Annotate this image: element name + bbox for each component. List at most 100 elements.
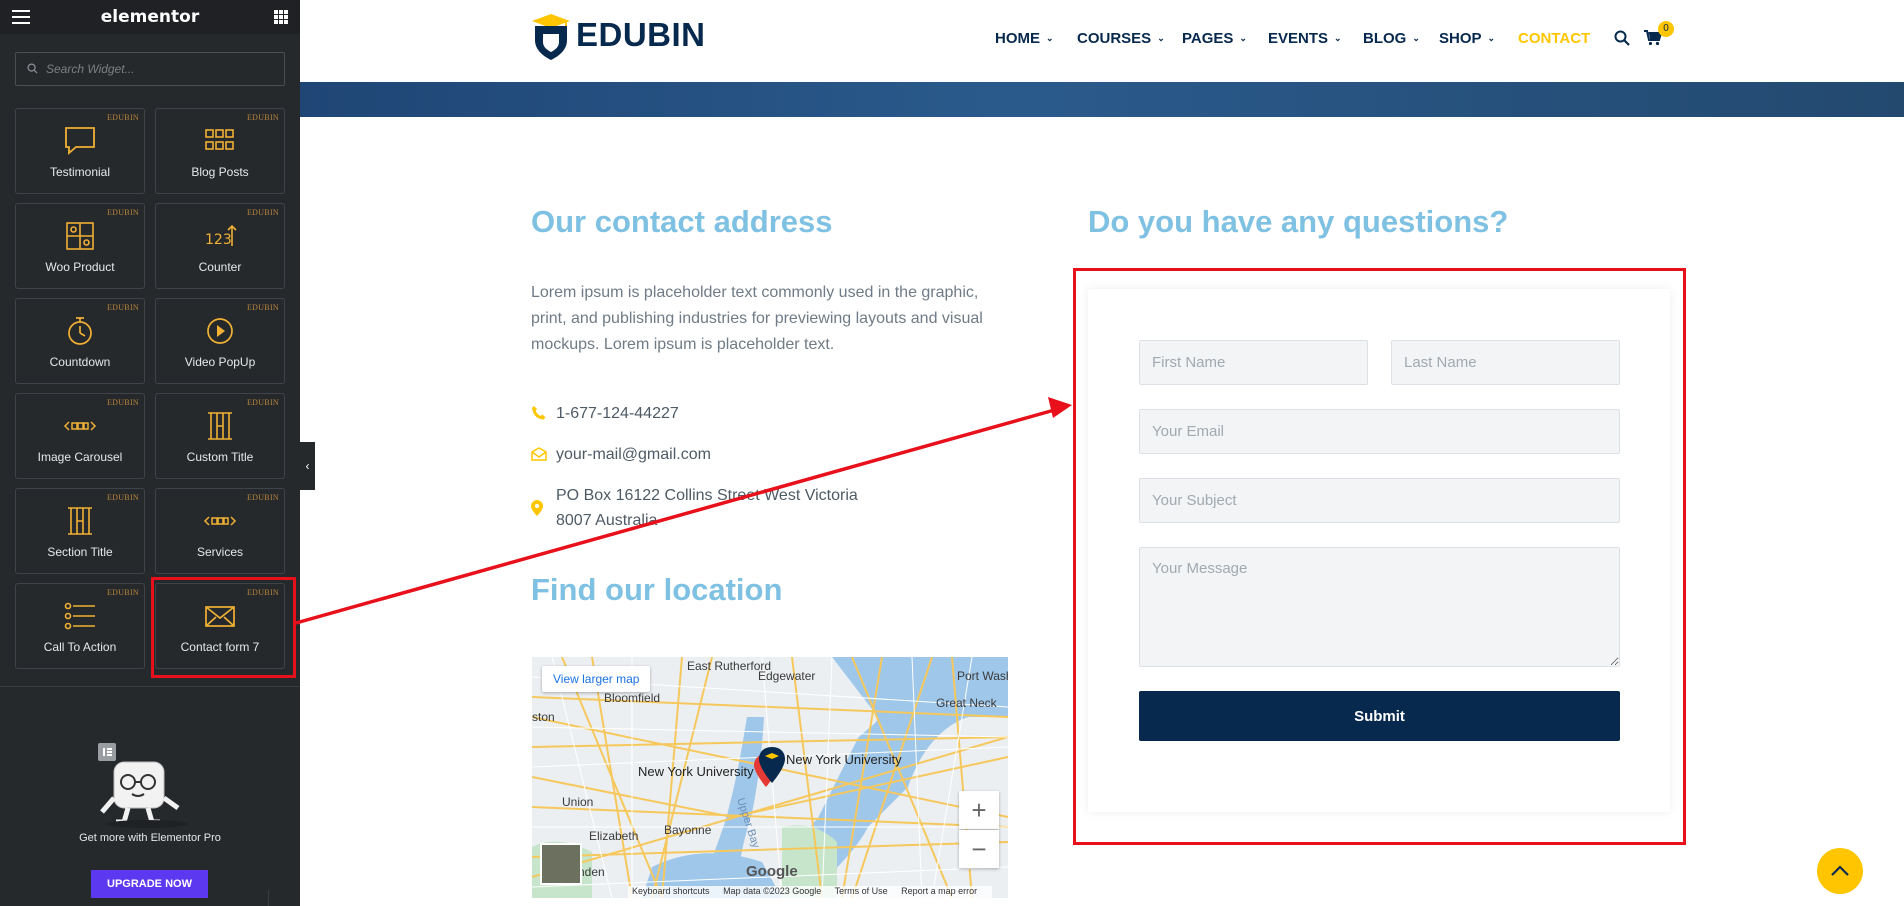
widget-label: Counter xyxy=(198,260,242,274)
widget-video-popup[interactable]: EDUBIN Video PopUp xyxy=(155,298,285,384)
map-label: Edgewater xyxy=(758,669,816,683)
contact-phone[interactable]: 1-677-124-44227 xyxy=(556,401,679,426)
scroll-to-top-button[interactable] xyxy=(1817,848,1863,894)
svg-text:123: 123 xyxy=(205,232,232,248)
zoom-out-button[interactable]: − xyxy=(959,830,999,868)
elementor-pro-mascot-image xyxy=(98,743,187,828)
nav-events[interactable]: EVENTS ⌄ xyxy=(1268,30,1342,47)
widget-badge: EDUBIN xyxy=(106,588,139,597)
map-label: ston xyxy=(532,710,555,724)
panel-header: elementor xyxy=(0,0,300,34)
search-icon xyxy=(27,63,38,74)
divider xyxy=(268,890,269,906)
nav-home[interactable]: HOME ⌄ xyxy=(995,30,1054,47)
graduation-cap-logo-icon[interactable] xyxy=(530,12,572,62)
phone-icon xyxy=(532,406,546,420)
satellite-toggle-thumbnail[interactable] xyxy=(540,843,582,885)
image-carousel-icon xyxy=(63,421,97,431)
annotation-highlight-form xyxy=(1073,268,1686,845)
play-circle-icon xyxy=(207,318,233,344)
list-icon xyxy=(64,602,95,630)
location-heading: Find our location xyxy=(531,572,783,607)
zoom-in-button[interactable]: + xyxy=(959,791,999,829)
widget-label: Services xyxy=(196,545,243,559)
report-map-error-link[interactable]: Report a map error xyxy=(901,886,977,896)
widget-badge: EDUBIN xyxy=(106,208,139,217)
envelope-open-icon xyxy=(531,447,547,461)
nav-contact[interactable]: CONTACT xyxy=(1518,30,1590,47)
widget-woo-product[interactable]: EDUBIN Woo Product xyxy=(15,203,145,289)
map-label: Bloomfield xyxy=(604,691,661,705)
nav-label: SHOP xyxy=(1439,30,1482,47)
nav-label: BLOG xyxy=(1363,30,1407,47)
google-map[interactable]: East Rutherford Edgewater Port Washingto… xyxy=(532,657,1008,898)
widget-badge: EDUBIN xyxy=(106,398,139,407)
elementor-panel: elementor EDUBIN Testimonial EDUBIN Blog… xyxy=(0,0,300,906)
blog-posts-icon xyxy=(205,129,234,150)
widget-testimonial[interactable]: EDUBIN Testimonial xyxy=(15,108,145,194)
chevron-down-icon: ⌄ xyxy=(1239,33,1247,43)
nav-label: EVENTS xyxy=(1268,30,1329,47)
widget-blog-posts[interactable]: EDUBIN Blog Posts xyxy=(155,108,285,194)
search-icon[interactable] xyxy=(1614,30,1630,46)
terms-of-use-link[interactable]: Terms of Use xyxy=(835,886,888,896)
widget-badge: EDUBIN xyxy=(246,493,279,502)
map-label: New York University xyxy=(786,752,902,767)
map-label: Elizabeth xyxy=(589,829,639,843)
google-logo: Google xyxy=(746,863,798,880)
cart-count-badge: 0 xyxy=(1658,21,1674,37)
widget-label: Testimonial xyxy=(49,165,111,179)
site-logo-text[interactable]: EDUBIN xyxy=(576,16,706,54)
widget-image-carousel[interactable]: EDUBIN Image Carousel xyxy=(15,393,145,479)
chevron-down-icon: ⌄ xyxy=(1157,33,1165,43)
nav-label: CONTACT xyxy=(1518,30,1591,47)
widget-countdown[interactable]: EDUBIN Countdown xyxy=(15,298,145,384)
map-label: New York University xyxy=(638,764,754,779)
widget-label: Blog Posts xyxy=(191,165,249,179)
heading-icon xyxy=(68,507,92,535)
annotation-highlight-widget xyxy=(151,577,296,678)
widget-call-to-action[interactable]: EDUBIN Call To Action xyxy=(15,583,145,669)
upgrade-button[interactable]: UPGRADE NOW xyxy=(91,870,208,898)
counter-icon: 123 xyxy=(205,224,237,248)
widget-badge: EDUBIN xyxy=(106,303,139,312)
nav-courses[interactable]: COURSES ⌄ xyxy=(1077,30,1165,47)
map-data-attribution: Map data ©2023 Google xyxy=(723,886,822,896)
chevron-down-icon: ⌄ xyxy=(1412,33,1420,43)
widget-custom-title[interactable]: EDUBIN Custom Title xyxy=(155,393,285,479)
map-label: Great Neck xyxy=(936,696,997,710)
collapse-panel-chevron-left-icon[interactable]: ‹ xyxy=(300,442,315,490)
nav-pages[interactable]: PAGES ⌄ xyxy=(1182,30,1247,47)
heading-icon xyxy=(208,412,232,440)
map-marker-icon xyxy=(531,500,543,516)
widget-badge: EDUBIN xyxy=(106,113,139,122)
widget-search[interactable] xyxy=(15,52,285,86)
keyboard-shortcuts-link[interactable]: Keyboard shortcuts xyxy=(632,886,710,896)
nav-label: COURSES xyxy=(1077,30,1152,47)
widget-label: Image Carousel xyxy=(37,450,123,464)
widgets-grid-icon[interactable] xyxy=(274,10,288,24)
services-icon xyxy=(203,516,237,526)
widget-services[interactable]: EDUBIN Services xyxy=(155,488,285,574)
chevron-down-icon: ⌄ xyxy=(1487,33,1496,43)
widget-badge: EDUBIN xyxy=(246,208,279,217)
map-label: Union xyxy=(562,795,594,809)
widget-label: Video PopUp xyxy=(184,355,256,369)
chevron-down-icon: ⌄ xyxy=(1046,33,1054,43)
map-label: nden xyxy=(578,865,605,879)
promo-text: Get more with Elementor Pro xyxy=(79,832,221,844)
widget-label: Countdown xyxy=(49,355,111,369)
countdown-icon xyxy=(68,317,92,345)
widget-section-title[interactable]: EDUBIN Section Title xyxy=(15,488,145,574)
view-larger-map-link[interactable]: View larger map xyxy=(542,666,651,692)
contact-description: Lorem ipsum is placeholder text commonly… xyxy=(531,284,983,353)
widget-search-input[interactable] xyxy=(46,53,281,85)
contact-email[interactable]: your-mail@gmail.com xyxy=(556,442,711,467)
widget-badge: EDUBIN xyxy=(106,493,139,502)
page-banner xyxy=(300,82,1904,117)
divider xyxy=(0,686,300,687)
nav-blog[interactable]: BLOG ⌄ xyxy=(1363,30,1420,47)
widget-counter[interactable]: EDUBIN 123 Counter xyxy=(155,203,285,289)
nav-label: PAGES xyxy=(1182,30,1234,47)
nav-shop[interactable]: SHOP ⌄ xyxy=(1439,30,1495,47)
